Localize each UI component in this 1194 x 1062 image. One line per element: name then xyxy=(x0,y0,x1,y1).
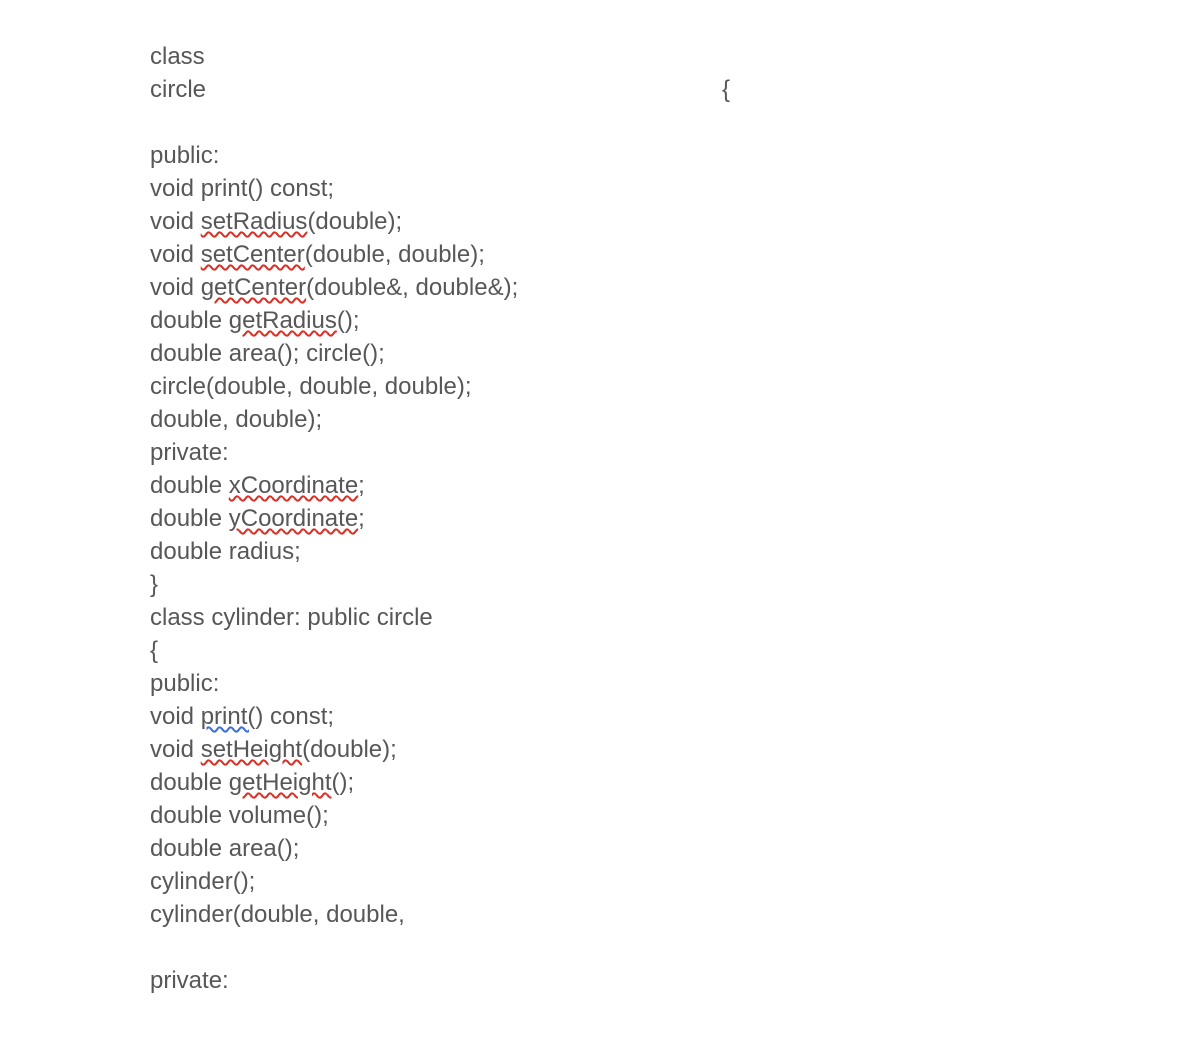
code-text: double xyxy=(150,307,229,334)
code-line: void print() const; xyxy=(150,172,1050,205)
code-line: void setCenter(double, double); xyxy=(150,238,1050,271)
code-line: private: xyxy=(150,964,1050,997)
code-line: public: xyxy=(150,139,1050,172)
code-line: void setRadius(double); xyxy=(150,205,1050,238)
code-text: (); xyxy=(332,769,355,796)
code-line: circle { xyxy=(150,73,730,106)
code-text: ; xyxy=(358,505,365,532)
blank-line xyxy=(150,106,1050,139)
code-line: double getHeight(); xyxy=(150,766,1050,799)
code-text: void xyxy=(150,241,201,268)
code-text: (double); xyxy=(302,736,397,763)
code-line: double xCoordinate; xyxy=(150,469,1050,502)
code-line: void print() const; xyxy=(150,700,1050,733)
spellcheck-word: getCenter xyxy=(201,274,306,301)
grammar-word: print( xyxy=(201,703,256,730)
spellcheck-word: xCoordinate xyxy=(229,472,358,499)
code-text: (double&, double&); xyxy=(306,274,518,301)
code-text: (); xyxy=(337,307,360,334)
code-line: void setHeight(double); xyxy=(150,733,1050,766)
code-line: circle(double, double, double); xyxy=(150,370,1050,403)
code-line: class xyxy=(150,40,1050,73)
code-text: void xyxy=(150,274,201,301)
code-line: private: xyxy=(150,436,1050,469)
code-text: void xyxy=(150,208,201,235)
code-line: public: xyxy=(150,667,1050,700)
code-line: double area(); xyxy=(150,832,1050,865)
code-line: void getCenter(double&, double&); xyxy=(150,271,1050,304)
code-line: double getRadius(); xyxy=(150,304,1050,337)
code-line: double volume(); xyxy=(150,799,1050,832)
code-line: double, double); xyxy=(150,403,1050,436)
code-line: class cylinder: public circle xyxy=(150,601,1050,634)
code-text: (double, double); xyxy=(305,241,485,268)
code-line: cylinder(double, double, xyxy=(150,898,1050,931)
code-text: { xyxy=(722,73,730,106)
code-text: ; xyxy=(358,472,365,499)
code-text: circle xyxy=(150,73,206,106)
code-line: double area(); circle(); xyxy=(150,337,1050,370)
spellcheck-word: setCenter xyxy=(201,241,305,268)
code-text: void xyxy=(150,703,201,730)
code-text: double xyxy=(150,769,229,796)
spellcheck-word: getHeight xyxy=(229,769,332,796)
code-text: void xyxy=(150,736,201,763)
spellcheck-word: setRadius xyxy=(201,208,308,235)
code-line: { xyxy=(150,634,1050,667)
code-text: ) const; xyxy=(255,703,334,730)
spellcheck-word: getRadius xyxy=(229,307,337,334)
code-line: double radius; xyxy=(150,535,1050,568)
code-text: double xyxy=(150,472,229,499)
code-line: cylinder(); xyxy=(150,865,1050,898)
document-page: class circle { public: void print() cons… xyxy=(0,0,1050,997)
spellcheck-word: yCoordinate xyxy=(229,505,358,532)
blank-line xyxy=(150,931,1050,964)
spellcheck-word: setHeight xyxy=(201,736,302,763)
code-text: (double); xyxy=(307,208,402,235)
code-line: double yCoordinate; xyxy=(150,502,1050,535)
code-line: } xyxy=(150,568,1050,601)
code-text: double xyxy=(150,505,229,532)
